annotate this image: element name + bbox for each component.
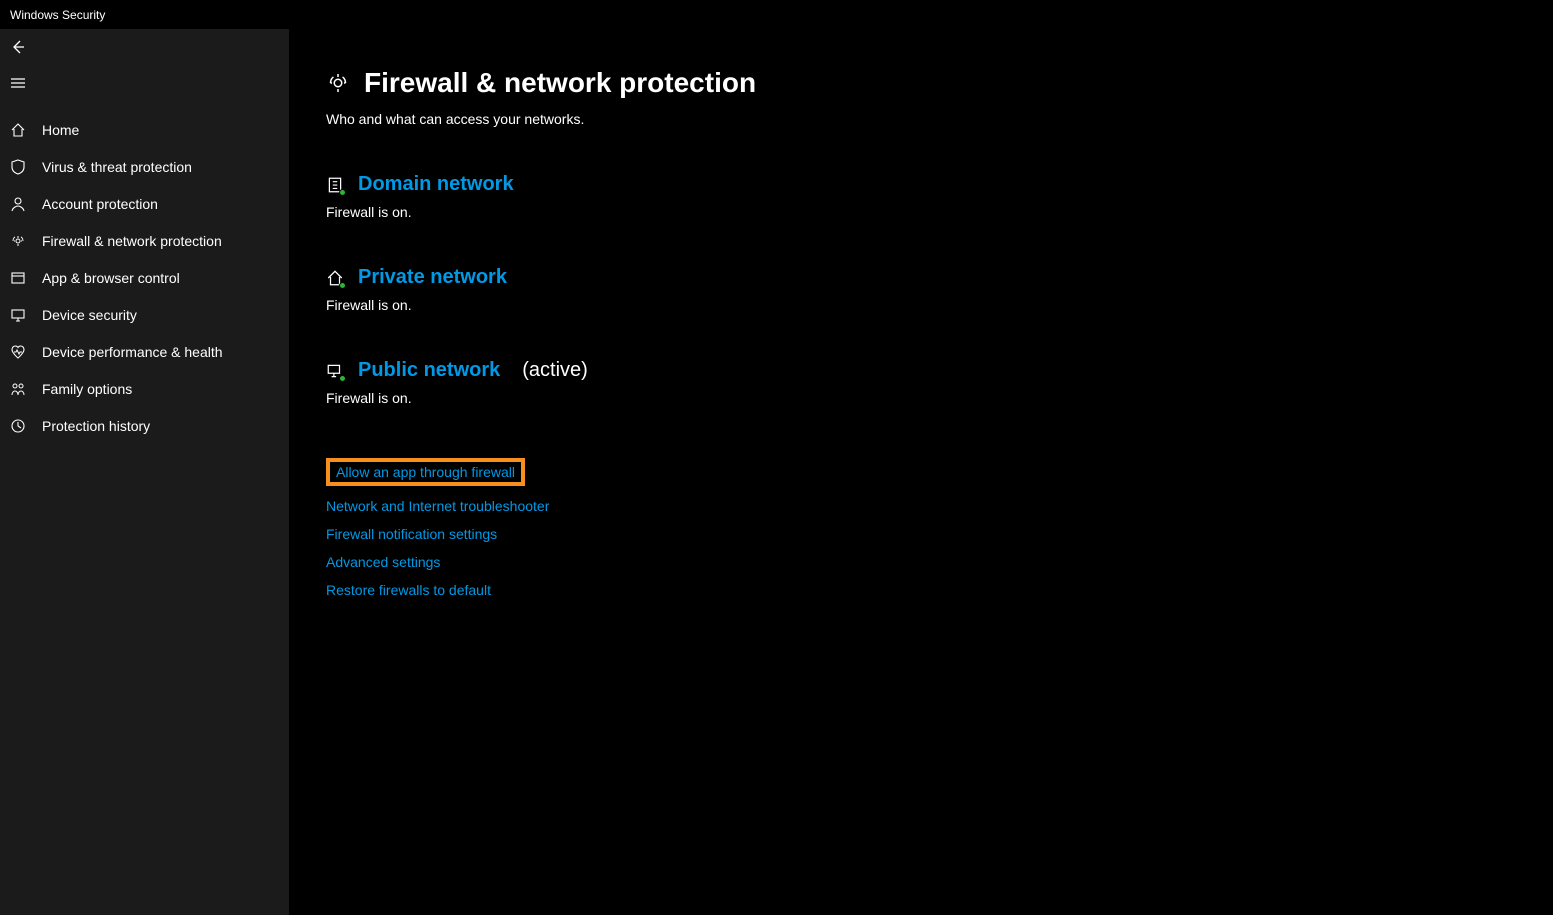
shield-icon xyxy=(10,159,26,175)
sidebar-item-device-health[interactable]: Device performance & health xyxy=(0,333,289,370)
device-security-icon xyxy=(10,307,26,323)
main-content: Firewall & network protection Who and wh… xyxy=(289,29,1553,915)
sidebar-item-family[interactable]: Family options xyxy=(0,370,289,407)
network-section-public: Public network (active) Firewall is on. xyxy=(326,359,1553,406)
sidebar-item-account[interactable]: Account protection xyxy=(0,185,289,222)
firewall-icon xyxy=(10,233,26,249)
private-network-status: Firewall is on. xyxy=(326,297,1553,313)
sidebar-item-firewall[interactable]: Firewall & network protection xyxy=(0,222,289,259)
firewall-page-icon xyxy=(326,71,350,95)
link-allow-app[interactable]: Allow an app through firewall xyxy=(326,458,525,486)
page-title: Firewall & network protection xyxy=(364,67,756,99)
family-icon xyxy=(10,381,26,397)
hamburger-icon xyxy=(10,75,26,91)
back-button[interactable] xyxy=(0,29,289,65)
private-network-link[interactable]: Private network xyxy=(358,266,507,289)
link-troubleshooter[interactable]: Network and Internet troubleshooter xyxy=(326,498,549,514)
network-section-private: Private network Firewall is on. xyxy=(326,266,1553,313)
link-restore-default[interactable]: Restore firewalls to default xyxy=(326,582,491,598)
sidebar-item-label: Account protection xyxy=(42,196,158,212)
sidebar-item-virus[interactable]: Virus & threat protection xyxy=(0,148,289,185)
public-network-suffix: (active) xyxy=(522,359,588,382)
network-section-domain: Domain network Firewall is on. xyxy=(326,173,1553,220)
private-network-icon xyxy=(326,269,344,287)
app-browser-icon xyxy=(10,270,26,286)
account-icon xyxy=(10,196,26,212)
link-notification-settings[interactable]: Firewall notification settings xyxy=(326,526,497,542)
status-dot-icon xyxy=(339,189,346,196)
sidebar-item-label: Family options xyxy=(42,381,132,397)
sidebar-item-label: Device security xyxy=(42,307,137,323)
status-dot-icon xyxy=(339,375,346,382)
sidebar-item-label: Device performance & health xyxy=(42,344,223,360)
page-subtitle: Who and what can access your networks. xyxy=(326,111,1553,127)
page-header: Firewall & network protection xyxy=(326,67,1553,99)
home-icon xyxy=(10,122,26,138)
sidebar: Home Virus & threat protection Account p… xyxy=(0,29,289,915)
sidebar-item-label: Protection history xyxy=(42,418,150,434)
sidebar-item-device-security[interactable]: Device security xyxy=(0,296,289,333)
menu-button[interactable] xyxy=(0,65,289,101)
domain-network-status: Firewall is on. xyxy=(326,204,1553,220)
public-network-status: Firewall is on. xyxy=(326,390,1553,406)
health-icon xyxy=(10,344,26,360)
sidebar-item-home[interactable]: Home xyxy=(0,111,289,148)
link-advanced-settings[interactable]: Advanced settings xyxy=(326,554,440,570)
history-icon xyxy=(10,418,26,434)
sidebar-item-label: App & browser control xyxy=(42,270,180,286)
window-title: Windows Security xyxy=(10,8,105,22)
back-arrow-icon xyxy=(10,39,26,55)
sidebar-item-label: Virus & threat protection xyxy=(42,159,192,175)
sidebar-item-label: Firewall & network protection xyxy=(42,233,222,249)
public-network-link[interactable]: Public network xyxy=(358,359,500,382)
public-network-icon xyxy=(326,362,344,380)
window-titlebar: Windows Security xyxy=(0,0,1553,29)
action-links: Allow an app through firewall Network an… xyxy=(326,458,1553,598)
sidebar-item-label: Home xyxy=(42,122,79,138)
domain-network-link[interactable]: Domain network xyxy=(358,173,514,196)
sidebar-item-history[interactable]: Protection history xyxy=(0,407,289,444)
domain-network-icon xyxy=(326,176,344,194)
status-dot-icon xyxy=(339,282,346,289)
sidebar-item-app-browser[interactable]: App & browser control xyxy=(0,259,289,296)
